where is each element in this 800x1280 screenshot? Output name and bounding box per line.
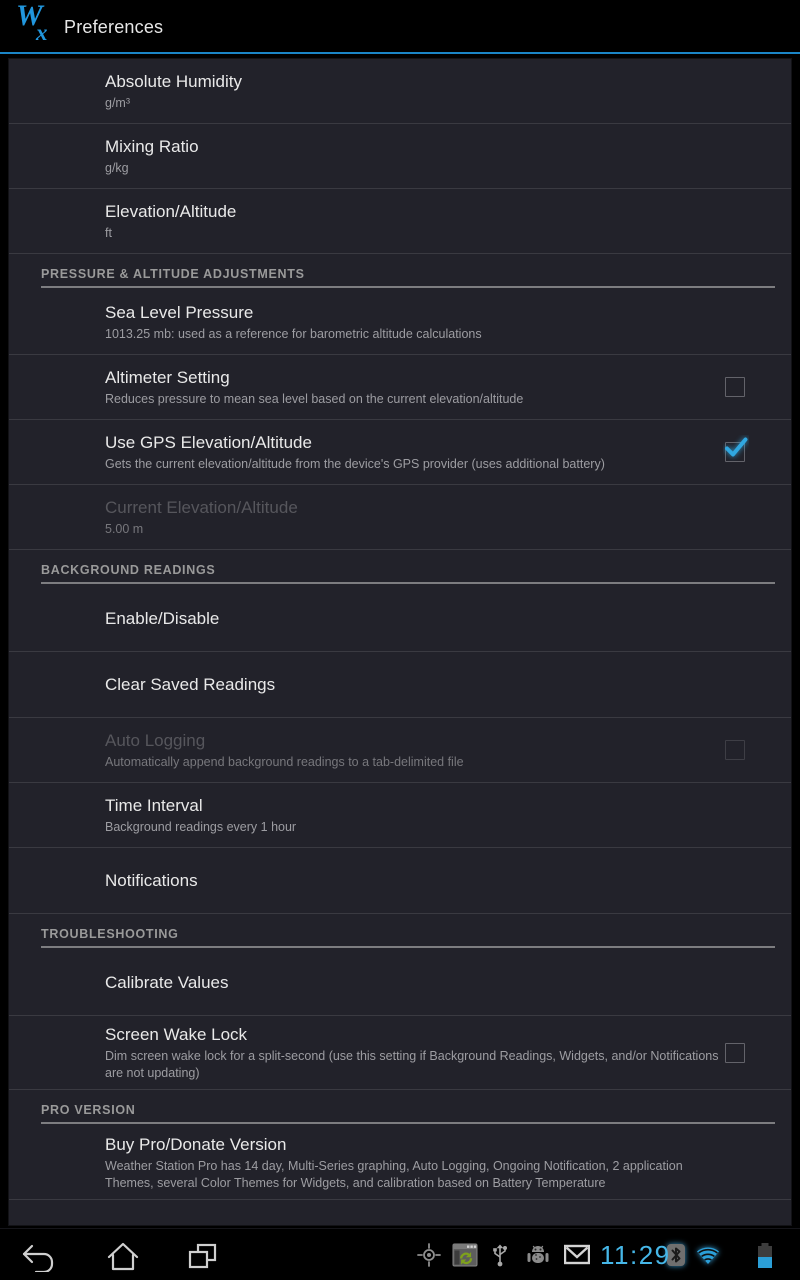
navbar-divider — [0, 1228, 800, 1229]
battery-icon — [756, 1243, 774, 1274]
section-header-rule — [41, 1122, 775, 1124]
recent-apps-icon[interactable] — [180, 1240, 226, 1272]
preference-row-notifications[interactable]: Notifications — [9, 848, 791, 914]
app-logo-wx-icon: W x — [12, 0, 64, 55]
section-header-pro-version: PRO VERSION — [9, 1090, 791, 1126]
section-header-background-readings: BACKGROUND READINGS — [9, 550, 791, 586]
wifi-icon — [694, 1245, 722, 1271]
section-header-rule — [41, 286, 775, 288]
preference-row-altimeter-setting[interactable]: Altimeter Setting Reduces pressure to mea… — [9, 355, 791, 420]
preference-summary: 5.00 m — [105, 521, 144, 536]
preference-row-enable-disable[interactable]: Enable/Disable — [9, 586, 791, 652]
preference-row-screen-wake-lock[interactable]: Screen Wake Lock Dim screen wake lock for… — [9, 1016, 791, 1090]
checkbox-auto-logging — [725, 740, 745, 760]
preference-title: Altimeter Setting — [105, 367, 230, 387]
back-icon[interactable] — [20, 1240, 66, 1274]
preference-row-auto-logging: Auto Logging Automatically append backgro… — [9, 718, 791, 783]
preference-row-current-elevation-altitude: Current Elevation/Altitude 5.00 m — [9, 485, 791, 550]
section-header-rule — [41, 582, 775, 584]
section-header-label: TROUBLESHOOTING — [41, 927, 179, 941]
preference-summary: 1013.25 mb: used as a reference for baro… — [105, 326, 482, 341]
preference-title: Calibrate Values — [105, 973, 229, 992]
preference-title: Elevation/Altitude — [105, 201, 237, 221]
preference-title: Mixing Ratio — [105, 136, 199, 156]
preference-summary: Automatically append background readings… — [105, 754, 464, 769]
preference-title: Absolute Humidity — [105, 71, 243, 91]
section-header-label: BACKGROUND READINGS — [41, 563, 216, 577]
preference-summary: ft — [105, 225, 112, 240]
section-header-pressure-altitude-adjustments: PRESSURE & ALTITUDE ADJUSTMENTS — [9, 254, 791, 290]
gps-location-icon — [417, 1243, 441, 1272]
preference-row-mixing-ratio[interactable]: Mixing Ratio g/kg — [9, 124, 791, 189]
preference-summary: Reduces pressure to mean sea level based… — [105, 391, 524, 406]
system-navigation-bar: 11:29 — [0, 1228, 800, 1280]
preference-row-use-gps-elevation-altitude[interactable]: Use GPS Elevation/Altitude Gets the curre… — [9, 420, 791, 485]
checkbox-use-gps-elevation-altitude[interactable] — [725, 437, 748, 462]
checkbox-altimeter-setting[interactable] — [725, 377, 745, 397]
preference-title: Current Elevation/Altitude — [105, 497, 298, 517]
status-clock: 11:29 — [600, 1240, 671, 1270]
section-header-rule — [41, 946, 775, 948]
preference-summary: Dim screen wake lock for a split-second … — [105, 1048, 719, 1080]
preference-row-clear-saved-readings[interactable]: Clear Saved Readings — [9, 652, 791, 718]
preference-row-sea-level-pressure[interactable]: Sea Level Pressure 1013.25 mb: used as a … — [9, 290, 791, 355]
check-icon — [725, 437, 748, 457]
section-header-label: PRESSURE & ALTITUDE ADJUSTMENTS — [41, 267, 305, 281]
preference-row-absolute-humidity[interactable]: Absolute Humidity g/m³ — [9, 59, 791, 124]
page-title: Preferences — [64, 17, 164, 37]
android-screen: W x Preferences Absolute Humidity g/m³ Mix… — [0, 0, 800, 1280]
preference-title: Sea Level Pressure — [105, 302, 254, 322]
preference-title: Notifications — [105, 871, 198, 890]
preference-title: Screen Wake Lock — [105, 1024, 248, 1044]
action-bar: W x Preferences — [0, 0, 800, 55]
preference-title: Use GPS Elevation/Altitude — [105, 432, 312, 452]
section-header-troubleshooting: TROUBLESHOOTING — [9, 914, 791, 950]
preference-summary: g/kg — [105, 160, 129, 175]
preference-list[interactable]: Absolute Humidity g/m³ Mixing Ratio g/kg Ele… — [9, 59, 791, 1200]
preference-title: Clear Saved Readings — [105, 675, 276, 694]
preference-row-time-interval[interactable]: Time Interval Background readings every 1… — [9, 783, 791, 848]
preference-title: Buy Pro/Donate Version — [105, 1134, 287, 1154]
usb-icon — [490, 1243, 510, 1272]
preference-row-buy-pro-donate-version[interactable]: Buy Pro/Donate Version Weather Station Pr… — [9, 1126, 791, 1200]
home-icon[interactable] — [100, 1240, 146, 1272]
preference-row-elevation-altitude[interactable]: Elevation/Altitude ft — [9, 189, 791, 254]
preference-title: Enable/Disable — [105, 609, 220, 628]
preference-summary: Weather Station Pro has 14 day, Multi-Se… — [105, 1158, 683, 1190]
action-bar-accent-rule — [0, 52, 800, 54]
checkbox-screen-wake-lock[interactable] — [725, 1042, 745, 1063]
gmail-icon — [563, 1243, 591, 1270]
logo-letter-x: x — [36, 20, 48, 45]
android-debug-icon — [526, 1243, 550, 1272]
preference-title: Time Interval — [105, 795, 203, 815]
preference-row-calibrate-values[interactable]: Calibrate Values — [9, 950, 791, 1016]
preference-summary: Gets the current elevation/altitude from… — [105, 456, 605, 471]
preference-title: Auto Logging — [105, 730, 206, 750]
preferences-panel: Absolute Humidity g/m³ Mixing Ratio g/kg Ele… — [8, 58, 792, 1226]
preference-summary: Background readings every 1 hour — [105, 819, 297, 834]
screen-recorder-sync-icon — [452, 1243, 478, 1272]
section-header-label: PRO VERSION — [41, 1103, 136, 1117]
preference-summary: g/m³ — [105, 95, 130, 110]
